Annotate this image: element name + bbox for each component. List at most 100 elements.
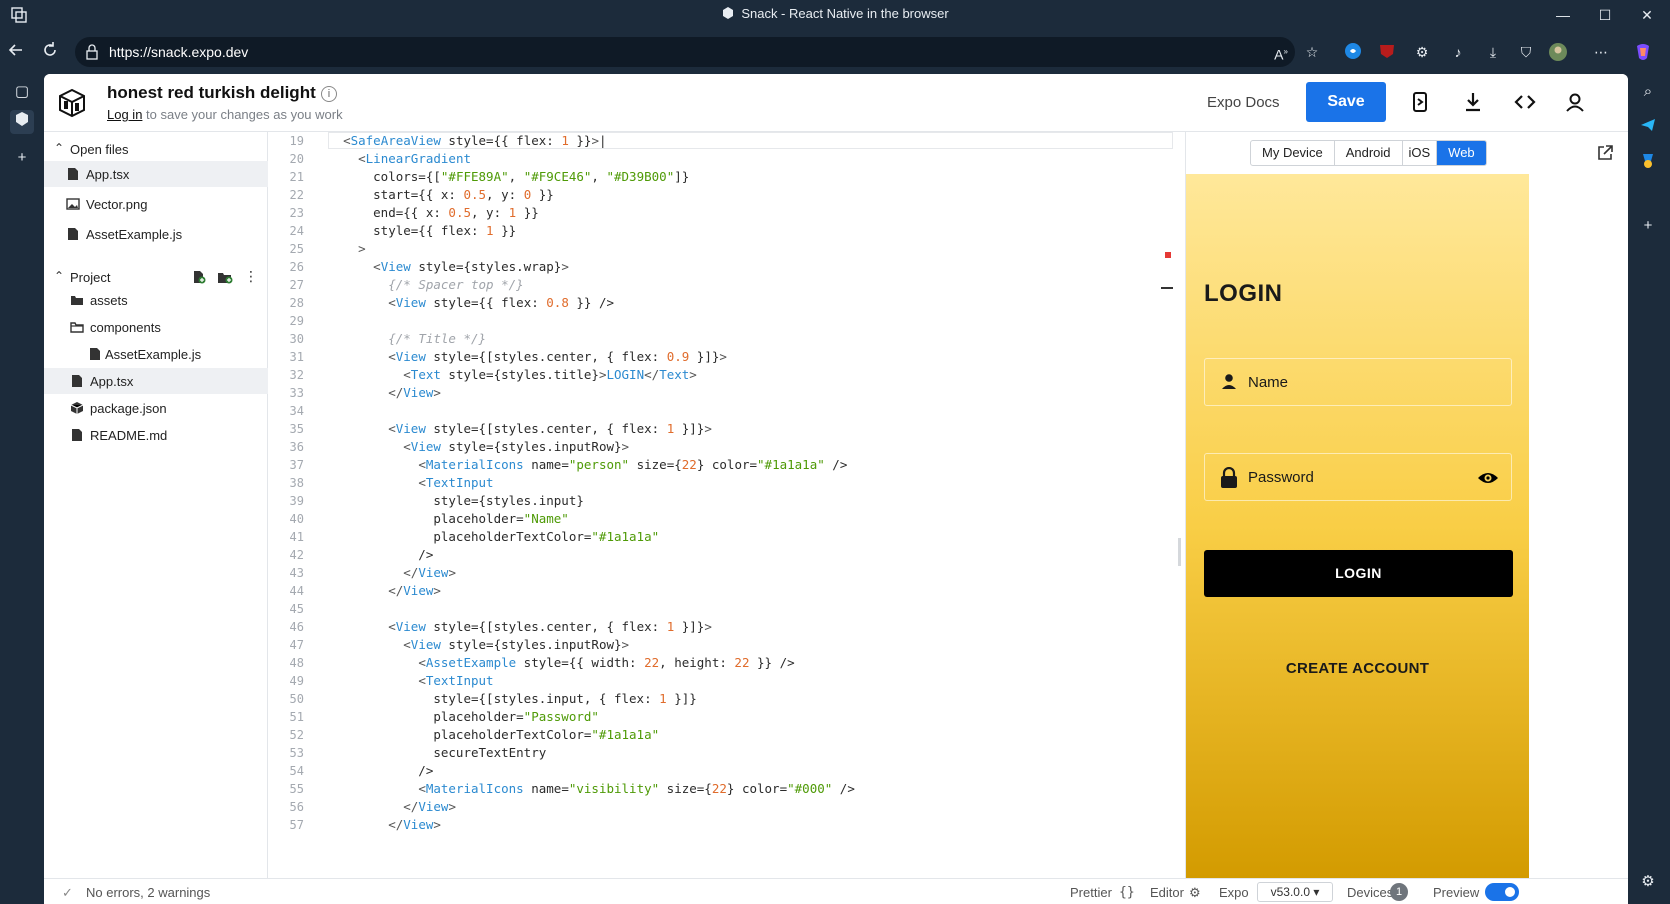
browser-toolbar: https://snack.expo.dev A» ☆ ⚙ ♪ ⤓ ⛉ ⋯: [0, 30, 1670, 74]
preview-label: Preview: [1433, 885, 1480, 900]
open-external-icon[interactable]: [1596, 144, 1614, 162]
code-editor[interactable]: 19 20 21 22 23 24 25 26 27 28 29 30 31 32 33 34 35 36 37 38…: [268, 132, 1185, 878]
login-link[interactable]: Log in: [107, 107, 142, 122]
snack-app: honest red turkish delight i Log in to s…: [44, 74, 1628, 904]
devices-label[interactable]: Devices: [1347, 885, 1393, 900]
line-number: 33: [289, 386, 304, 400]
add-sidebar-app-icon[interactable]: +: [1636, 214, 1660, 238]
expo-label: Expo: [1219, 885, 1249, 900]
run-on-device-icon[interactable]: [1408, 90, 1432, 114]
password-input[interactable]: Password: [1204, 453, 1512, 501]
line-number: 40: [289, 512, 304, 526]
open-file-assetexample-js[interactable]: AssetExample.js: [44, 221, 268, 247]
status-bar: ✓ No errors, 2 warnings Prettier {} Edit…: [44, 878, 1628, 904]
lock-icon: [1219, 466, 1239, 488]
code-line: </View>: [388, 385, 441, 400]
code-line: <Text style={styles.title}>LOGIN</Text>: [403, 367, 697, 382]
tab-actions-icon[interactable]: ▢: [10, 80, 34, 104]
extensions-icon[interactable]: ⚙: [1412, 42, 1432, 62]
browser-essentials-icon[interactable]: ♪: [1448, 42, 1468, 62]
shield-icon[interactable]: ⛉: [1516, 42, 1536, 62]
login-prompt-text: to save your changes as you work: [142, 107, 343, 122]
read-aloud-icon[interactable]: A»: [1271, 42, 1291, 63]
info-icon[interactable]: i: [321, 86, 337, 102]
project-file-package-json[interactable]: package.json: [44, 395, 268, 421]
address-bar[interactable]: https://snack.expo.dev: [75, 37, 1295, 67]
project-folder-assets[interactable]: assets: [44, 287, 268, 313]
embed-code-icon[interactable]: [1513, 90, 1537, 114]
error-marker[interactable]: [1165, 252, 1171, 258]
open-files-section[interactable]: ⌃ Open files: [44, 137, 268, 163]
sdk-version-select[interactable]: v53.0.0 ▾: [1257, 882, 1333, 902]
search-icon[interactable]: ⌕: [1636, 80, 1660, 104]
lock-icon[interactable]: [85, 44, 99, 60]
telegram-icon[interactable]: [1636, 116, 1660, 140]
line-number: 21: [289, 170, 304, 184]
project-folder-components[interactable]: components: [44, 314, 268, 340]
ublock-extension-icon[interactable]: [1377, 42, 1397, 62]
project-file-app-tsx[interactable]: App.tsx: [44, 368, 268, 394]
badge-icon[interactable]: [1636, 152, 1660, 176]
minimize-button[interactable]: —: [1543, 4, 1583, 26]
snack-tab-icon[interactable]: [10, 110, 34, 134]
copilot-icon[interactable]: [1633, 42, 1653, 62]
editor-label[interactable]: Editor: [1150, 885, 1184, 900]
fold-marker[interactable]: [1161, 287, 1173, 289]
back-icon[interactable]: [4, 40, 28, 64]
line-number: 28: [289, 296, 304, 310]
more-icon[interactable]: ⋯: [1591, 42, 1611, 62]
project-file-assetexample-js[interactable]: AssetExample.js: [44, 341, 268, 367]
maximize-button[interactable]: ☐: [1585, 4, 1625, 26]
url-text[interactable]: https://snack.expo.dev: [109, 44, 248, 60]
file-label: components: [90, 320, 161, 335]
toggle-knob: [1503, 885, 1517, 899]
create-account-button[interactable]: CREATE ACCOUNT: [1186, 660, 1529, 677]
gear-icon[interactable]: ⚙: [1189, 885, 1201, 901]
code-line: start={{ x: 0.5, y: 0 }}: [328, 187, 554, 202]
file-icon: [70, 374, 84, 388]
close-button[interactable]: ✕: [1627, 4, 1667, 26]
project-name[interactable]: honest red turkish delight: [107, 83, 316, 103]
login-button[interactable]: LOGIN: [1204, 550, 1513, 597]
tab-ios[interactable]: iOS: [1403, 141, 1438, 165]
profile-icon[interactable]: [1548, 42, 1568, 62]
preview-toggle[interactable]: [1485, 883, 1519, 901]
tab-web[interactable]: Web: [1437, 141, 1486, 165]
save-button[interactable]: Save: [1306, 82, 1386, 122]
settings-icon[interactable]: ⚙: [1636, 870, 1660, 894]
new-file-icon[interactable]: [192, 270, 206, 284]
snack-logo-icon[interactable]: [58, 88, 86, 118]
tab-my-device[interactable]: My Device: [1251, 141, 1335, 165]
visibility-icon[interactable]: [1477, 468, 1499, 488]
prettier-icon[interactable]: {}: [1119, 885, 1135, 900]
favorite-icon[interactable]: ☆: [1302, 42, 1322, 62]
download-icon[interactable]: [1461, 90, 1485, 114]
new-tab-icon[interactable]: +: [10, 146, 34, 170]
code-line: <View style={[styles.center, { flex: 0.9…: [388, 349, 727, 364]
lint-status[interactable]: No errors, 2 warnings: [86, 885, 210, 900]
editor-scrollbar[interactable]: [1178, 538, 1181, 566]
code-line: end={{ x: 0.5, y: 1 }}: [328, 205, 539, 220]
file-label: App.tsx: [86, 167, 130, 182]
shazam-extension-icon[interactable]: [1343, 42, 1363, 62]
account-icon[interactable]: [1563, 90, 1587, 114]
browser-sidebar: ⌕ + ⚙: [1628, 74, 1670, 904]
code-line: placeholder="Password": [328, 709, 599, 724]
open-file-vector-png[interactable]: Vector.png: [44, 191, 268, 217]
line-number: 44: [289, 584, 304, 598]
new-folder-icon[interactable]: [217, 270, 233, 284]
line-number: 27: [289, 278, 304, 292]
line-number: 55: [289, 782, 304, 796]
refresh-icon[interactable]: [38, 40, 62, 64]
downloads-icon[interactable]: ⤓: [1483, 42, 1503, 62]
more-options-icon[interactable]: ⋮: [244, 268, 258, 284]
expo-docs-link[interactable]: Expo Docs: [1207, 94, 1280, 111]
prettier-label[interactable]: Prettier: [1070, 885, 1112, 900]
chevron-down-icon: ⌃: [54, 269, 65, 283]
project-file-readme-md[interactable]: README.md: [44, 422, 268, 448]
line-number: 34: [289, 404, 304, 418]
code-line: {/* Spacer top */}: [388, 277, 524, 292]
open-file-app-tsx[interactable]: App.tsx: [44, 161, 268, 187]
name-input[interactable]: Name: [1204, 358, 1512, 406]
tab-android[interactable]: Android: [1335, 141, 1403, 165]
